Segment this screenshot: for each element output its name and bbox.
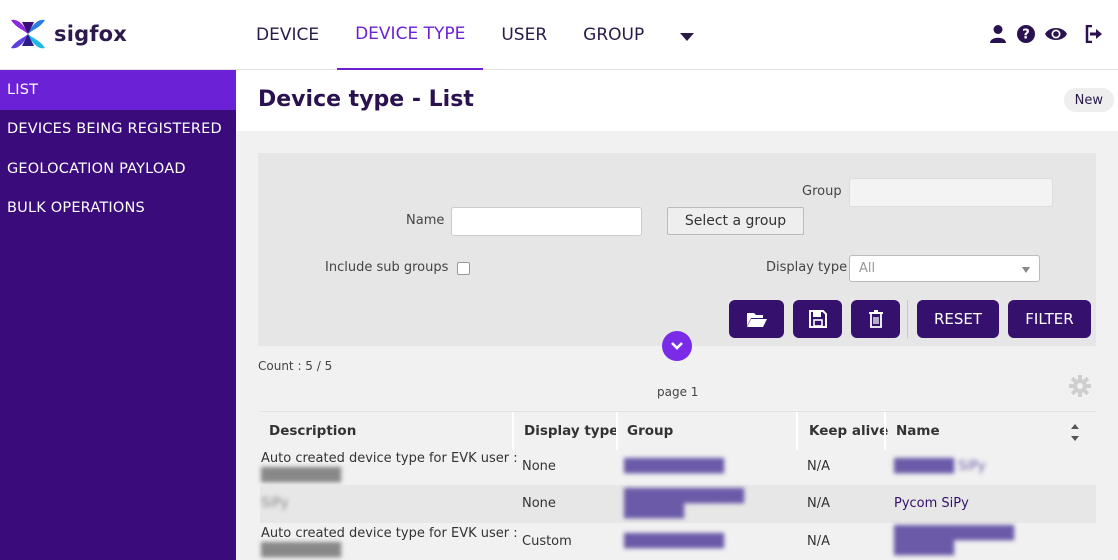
cell-description: Auto created device type for EVK user : — [261, 451, 518, 466]
cell-description-sub: ████████ — [261, 543, 341, 558]
main-content: Device type - List New Group Name Select… — [236, 70, 1118, 560]
nav-group[interactable]: GROUP — [565, 0, 662, 70]
nav-more-dropdown[interactable] — [662, 0, 712, 70]
result-count: Count : 5 / 5 — [258, 359, 333, 373]
cell-group[interactable]: ██████████ — [624, 534, 724, 549]
folder-open-icon — [746, 313, 767, 327]
top-navbar: sigfox DEVICE DEVICE TYPE USER GROUP ? — [0, 0, 1118, 70]
column-divider — [616, 412, 618, 450]
table-row[interactable]: SiPy None ████████████ ██████ N/A Pycom … — [260, 485, 1096, 523]
device-type-table: Description Display type Group Keep aliv… — [260, 411, 1096, 559]
page-title: Device type - List — [258, 87, 474, 112]
eye-icon[interactable] — [1044, 24, 1068, 44]
sidebar-item-bulk-operations[interactable]: BULK OPERATIONS — [0, 189, 236, 229]
cell-description-sub: ████████ — [261, 468, 341, 483]
cell-display-type: None — [522, 459, 556, 474]
column-divider — [512, 412, 514, 450]
cell-display-type: None — [522, 496, 556, 511]
name-label: Name — [406, 213, 445, 228]
user-tools: ? — [988, 24, 1104, 44]
display-type-select[interactable]: All — [849, 255, 1040, 282]
nav-device-type[interactable]: DEVICE TYPE — [337, 0, 484, 70]
cell-display-type: Custom — [522, 534, 572, 549]
table-row[interactable]: Auto created device type for EVK user : … — [260, 523, 1096, 559]
select-group-button[interactable]: Select a group — [667, 207, 804, 235]
dropdown-arrow-icon — [1022, 267, 1030, 273]
cell-description: SiPy — [261, 496, 289, 511]
brand-name: sigfox — [54, 22, 128, 46]
cell-keep-alive: N/A — [807, 459, 830, 474]
column-divider — [884, 412, 886, 450]
cell-group[interactable]: ██████████ — [624, 459, 724, 474]
page-indicator: page 1 — [657, 385, 699, 399]
column-header-display-type[interactable]: Display type — [524, 412, 618, 450]
help-icon[interactable]: ? — [1016, 24, 1036, 44]
display-type-label: Display type — [766, 260, 848, 275]
brand-logo[interactable]: sigfox — [8, 16, 127, 52]
filter-button[interactable]: FILTER — [1008, 300, 1091, 338]
load-filter-button[interactable] — [729, 300, 784, 338]
column-header-name[interactable]: Name — [896, 412, 940, 450]
column-divider — [796, 412, 798, 450]
group-field — [849, 178, 1053, 207]
include-sub-groups-checkbox[interactable] — [457, 262, 470, 275]
sidebar-item-list[interactable]: LIST — [0, 70, 236, 110]
sort-toggle[interactable] — [1070, 422, 1080, 448]
cell-description: Auto created device type for EVK user : — [261, 526, 518, 541]
nav-user[interactable]: USER — [483, 0, 565, 70]
filter-panel: Group Name Select a group Include sub gr… — [258, 153, 1096, 346]
sidebar-item-devices-being-registered[interactable]: DEVICES BEING REGISTERED — [0, 110, 236, 150]
toggle-filter-button[interactable] — [662, 331, 692, 361]
svg-text:?: ? — [1022, 28, 1030, 43]
new-button[interactable]: New — [1063, 88, 1114, 112]
table-header: Description Display type Group Keep aliv… — [260, 411, 1096, 450]
logout-icon[interactable] — [1084, 24, 1104, 44]
cell-name[interactable]: ██████ SiPy — [894, 459, 986, 474]
delete-filter-button[interactable] — [851, 300, 900, 338]
reset-button[interactable]: RESET — [917, 300, 999, 338]
sidebar: LIST DEVICES BEING REGISTERED GEOLOCATIO… — [0, 70, 236, 560]
group-label: Group — [802, 184, 842, 199]
column-header-keep-alive[interactable]: Keep alive — [809, 412, 888, 450]
chevron-down-icon — [671, 342, 683, 350]
trash-icon — [868, 310, 883, 328]
column-header-description[interactable]: Description — [269, 412, 356, 450]
toolbar-divider — [907, 300, 908, 338]
cell-name[interactable]: Pycom SiPy — [894, 496, 969, 511]
cell-keep-alive: N/A — [807, 534, 830, 549]
gear-icon — [1069, 375, 1091, 397]
sort-icon — [1071, 424, 1079, 441]
cell-group[interactable]: ████████████ ██████ — [624, 489, 774, 519]
table-row[interactable]: Auto created device type for EVK user : … — [260, 449, 1096, 485]
sigfox-logo-icon — [11, 19, 45, 49]
save-filter-button[interactable] — [793, 300, 842, 338]
caret-down-icon — [680, 33, 695, 41]
sidebar-item-geolocation-payload[interactable]: GEOLOCATION PAYLOAD — [0, 149, 236, 189]
cell-keep-alive: N/A — [807, 496, 830, 511]
name-input[interactable] — [451, 207, 642, 236]
column-header-group[interactable]: Group — [627, 412, 673, 450]
nav-device[interactable]: DEVICE — [238, 0, 337, 70]
cell-name[interactable]: ████████████ ██████ — [894, 526, 1044, 556]
display-type-value: All — [859, 261, 876, 276]
save-icon — [808, 310, 827, 328]
title-bar: Device type - List New — [236, 70, 1118, 131]
user-icon[interactable] — [988, 24, 1008, 44]
main-nav: DEVICE DEVICE TYPE USER GROUP — [238, 0, 712, 70]
table-settings-button[interactable] — [1068, 374, 1092, 402]
include-sub-groups-label: Include sub groups — [325, 260, 449, 275]
